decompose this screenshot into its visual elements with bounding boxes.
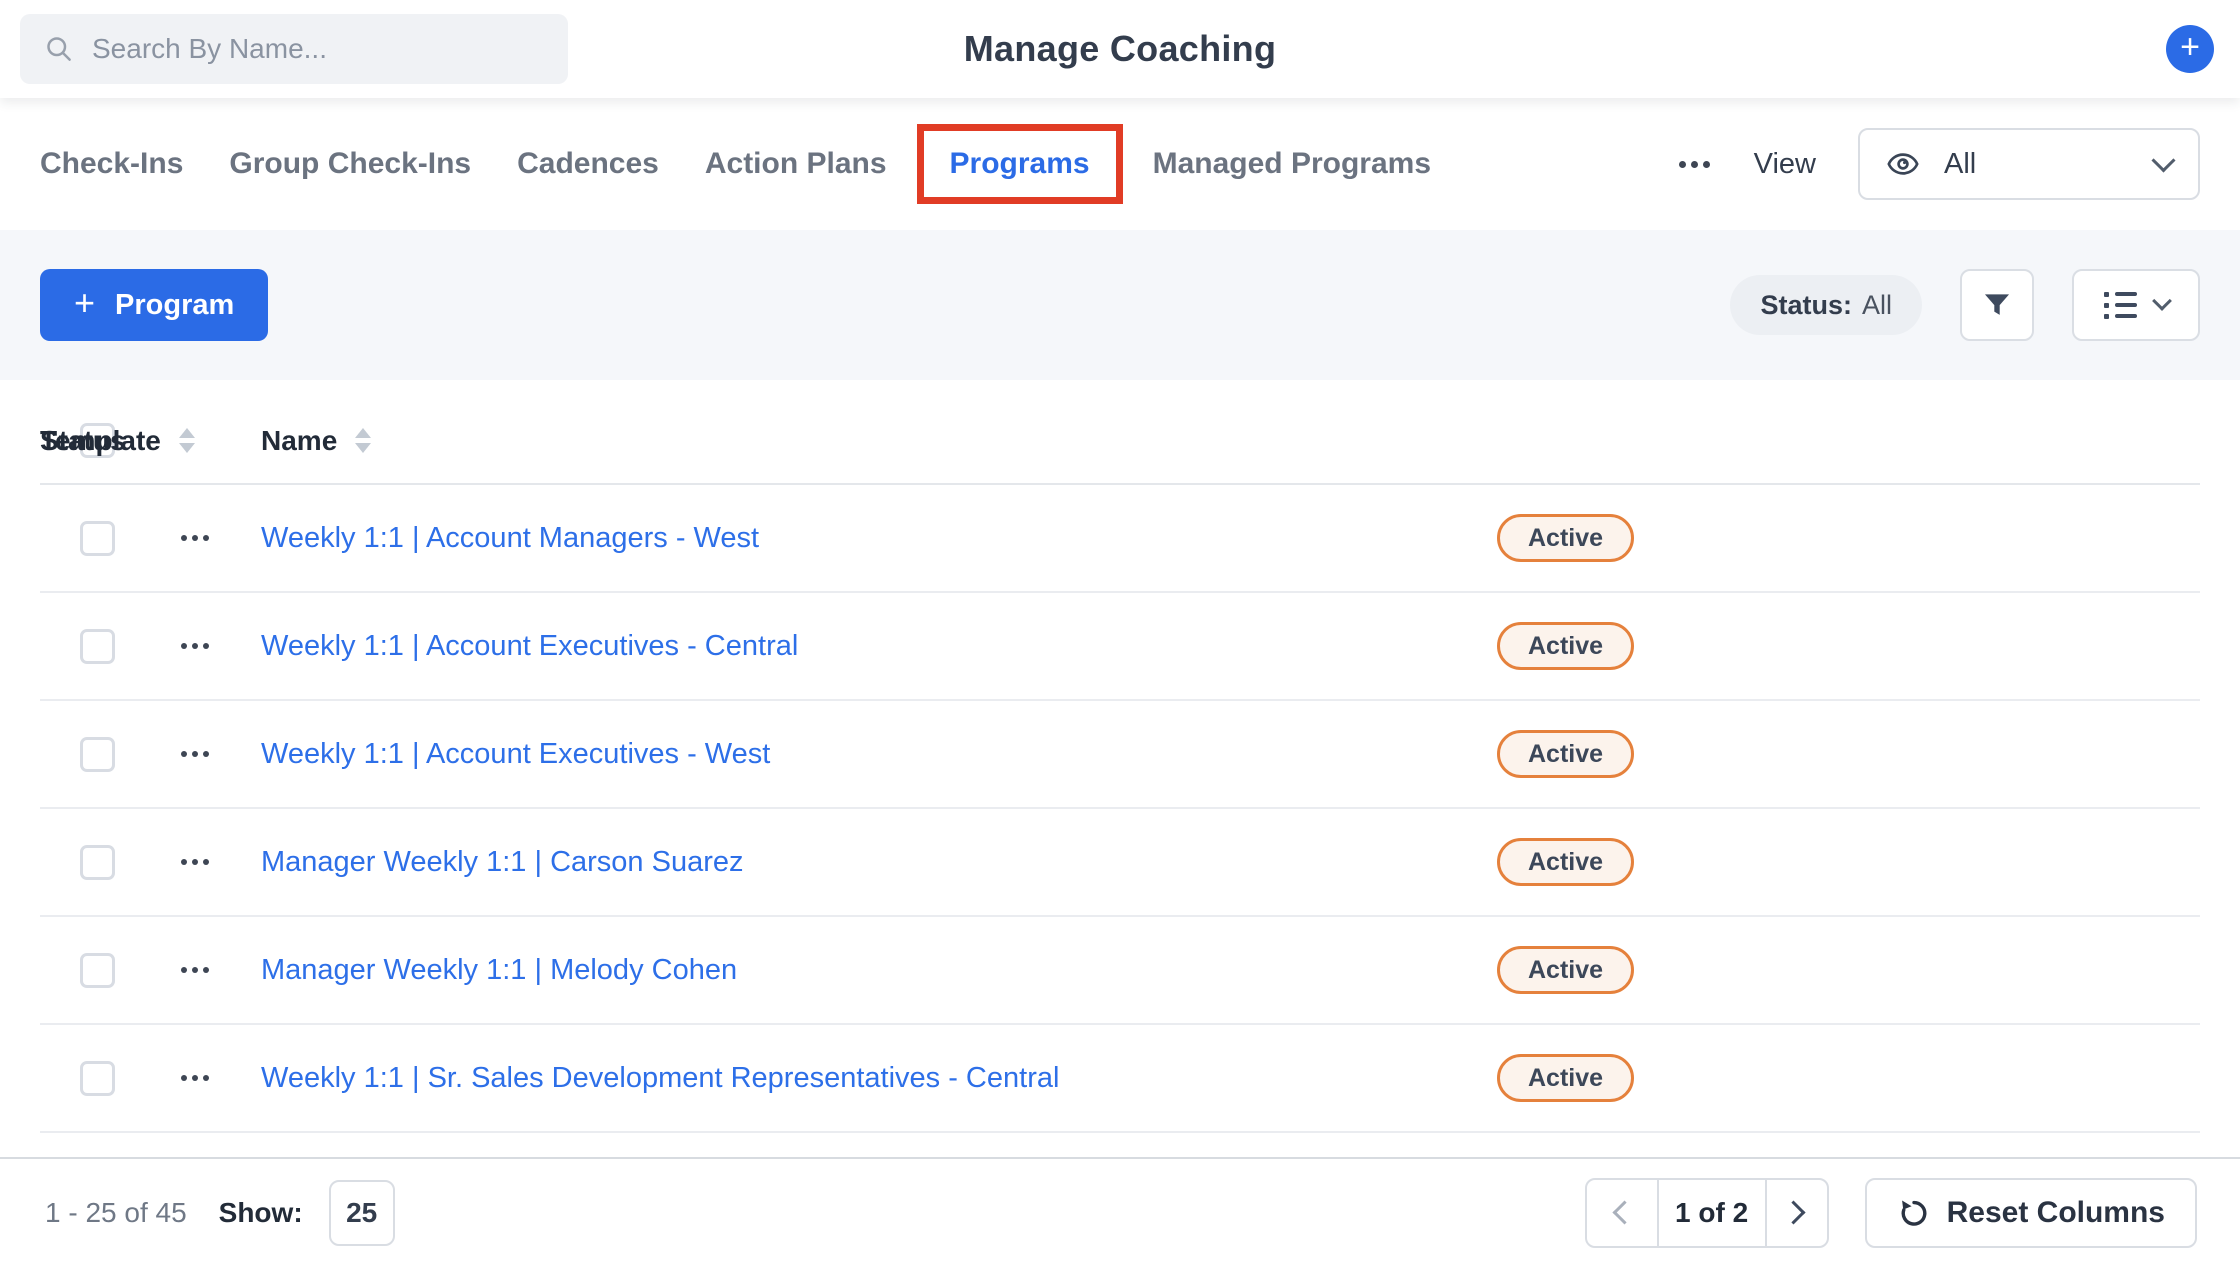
undo-icon <box>1897 1196 1931 1230</box>
search-input[interactable] <box>92 33 544 65</box>
ellipsis-icon <box>181 1075 187 1081</box>
ellipsis-icon <box>181 751 187 757</box>
status-badge: Active <box>1497 622 1634 670</box>
table-row: Weekly 1:1 | Account Executives - West A… <box>40 701 2200 809</box>
table-body: Weekly 1:1 | Account Managers - West Act… <box>40 485 2200 1133</box>
row-checkbox[interactable] <box>80 1061 115 1096</box>
view-label: View <box>1754 148 1816 181</box>
program-name-link[interactable]: Manager Weekly 1:1 | Carson Suarez <box>261 846 744 879</box>
plus-icon: + <box>74 282 95 324</box>
status-filter-value: All <box>1862 290 1892 321</box>
row-checkbox[interactable] <box>80 629 115 664</box>
columns-dropdown-button[interactable] <box>2072 269 2200 341</box>
toolbar: + Program Status: All <box>0 230 2240 380</box>
view-dropdown-value: All <box>1944 148 1976 181</box>
table-row: Manager Weekly 1:1 | Melody Cohen Active <box>40 917 2200 1025</box>
add-button[interactable]: + <box>2166 25 2214 73</box>
ellipsis-icon <box>181 859 187 865</box>
status-badge: Active <box>1497 838 1634 886</box>
funnel-icon <box>1980 288 2014 322</box>
table-header-row: Name Status Template <box>40 380 2200 485</box>
table-row: Weekly 1:1 | Account Executives - Centra… <box>40 593 2200 701</box>
tab-programs[interactable]: Programs <box>950 147 1090 181</box>
previous-page-button[interactable] <box>1587 1180 1659 1246</box>
next-page-button[interactable] <box>1765 1180 1827 1246</box>
row-checkbox[interactable] <box>80 521 115 556</box>
add-program-button[interactable]: + Program <box>40 269 268 341</box>
table-row: Manager Weekly 1:1 | Carson Suarez Activ… <box>40 809 2200 917</box>
footer-left: 1 - 25 of 45 Show: 25 <box>45 1180 395 1246</box>
ellipsis-icon <box>181 967 187 973</box>
row-checkbox[interactable] <box>80 845 115 880</box>
status-filter-chip[interactable]: Status: All <box>1730 275 1922 335</box>
program-name-link[interactable]: Manager Weekly 1:1 | Melody Cohen <box>261 954 737 987</box>
view-dropdown[interactable]: All <box>1858 128 2200 200</box>
program-name-link[interactable]: Weekly 1:1 | Account Executives - West <box>261 738 770 771</box>
tab-cadences[interactable]: Cadences <box>517 147 659 181</box>
column-header-template[interactable]: Template <box>40 425 195 457</box>
result-range: 1 - 25 of 45 <box>45 1197 187 1229</box>
row-checkbox[interactable] <box>80 737 115 772</box>
row-actions-button[interactable] <box>181 535 225 541</box>
programs-table: Name Status Template Weekly 1:1 | Accoun… <box>0 380 2240 1133</box>
top-bar: Manage Coaching + <box>0 0 2240 98</box>
chevron-right-icon <box>1782 1200 1806 1224</box>
sort-icon[interactable] <box>179 428 195 453</box>
row-actions-button[interactable] <box>181 643 225 649</box>
highlight-box: Programs <box>917 124 1123 204</box>
table-row: Weekly 1:1 | Account Managers - West Act… <box>40 485 2200 593</box>
row-actions-button[interactable] <box>181 1075 225 1081</box>
status-badge: Active <box>1497 730 1634 778</box>
ellipsis-icon <box>181 643 187 649</box>
toolbar-right: Status: All <box>1730 269 2200 341</box>
program-name-link[interactable]: Weekly 1:1 | Account Managers - West <box>261 522 759 555</box>
ellipsis-icon <box>181 535 187 541</box>
search-box[interactable] <box>20 14 568 84</box>
row-actions-button[interactable] <box>181 967 225 973</box>
status-badge: Active <box>1497 1054 1634 1102</box>
status-filter-label: Status: <box>1760 290 1852 321</box>
show-label: Show: <box>219 1197 303 1229</box>
tab-check-ins[interactable]: Check-Ins <box>40 147 183 181</box>
status-badge: Active <box>1497 514 1634 562</box>
row-checkbox[interactable] <box>80 953 115 988</box>
column-header-name[interactable]: Name <box>261 425 371 457</box>
sort-icon[interactable] <box>355 428 371 453</box>
chevron-left-icon <box>1613 1200 1637 1224</box>
footer-bar: 1 - 25 of 45 Show: 25 1 of 2 Reset Colum… <box>0 1157 2240 1266</box>
tab-bar-right: View All <box>1677 128 2200 200</box>
row-actions-button[interactable] <box>181 751 225 757</box>
chevron-down-icon <box>2151 148 2175 172</box>
program-name-link[interactable]: Weekly 1:1 | Sr. Sales Development Repre… <box>261 1062 1059 1095</box>
search-icon <box>44 34 74 64</box>
ellipsis-icon <box>1679 161 1686 168</box>
table-row: Weekly 1:1 | Sr. Sales Development Repre… <box>40 1025 2200 1133</box>
reset-columns-button[interactable]: Reset Columns <box>1865 1178 2197 1248</box>
page-indicator: 1 of 2 <box>1659 1180 1765 1246</box>
plus-icon: + <box>2180 28 2200 67</box>
footer-right: 1 of 2 Reset Columns <box>1585 1178 2197 1248</box>
tab-managed-programs[interactable]: Managed Programs <box>1153 147 1431 181</box>
tabs-overflow-button[interactable] <box>1677 153 1712 176</box>
tab-action-plans[interactable]: Action Plans <box>705 147 887 181</box>
status-badge: Active <box>1497 946 1634 994</box>
filter-button[interactable] <box>1960 269 2034 341</box>
pagination: 1 of 2 <box>1585 1178 1829 1248</box>
tab-bar: Check-Ins Group Check-Ins Cadences Actio… <box>0 98 2240 230</box>
table-bottom-spacer <box>0 1133 2240 1157</box>
program-name-link[interactable]: Weekly 1:1 | Account Executives - Centra… <box>261 630 798 663</box>
page-size-selector[interactable]: 25 <box>329 1180 395 1246</box>
page-title: Manage Coaching <box>964 28 1277 70</box>
list-icon <box>2104 292 2137 319</box>
eye-icon <box>1886 147 1920 181</box>
chevron-down-icon <box>2152 291 2172 311</box>
tab-group-check-ins[interactable]: Group Check-Ins <box>229 147 471 181</box>
row-actions-button[interactable] <box>181 859 225 865</box>
